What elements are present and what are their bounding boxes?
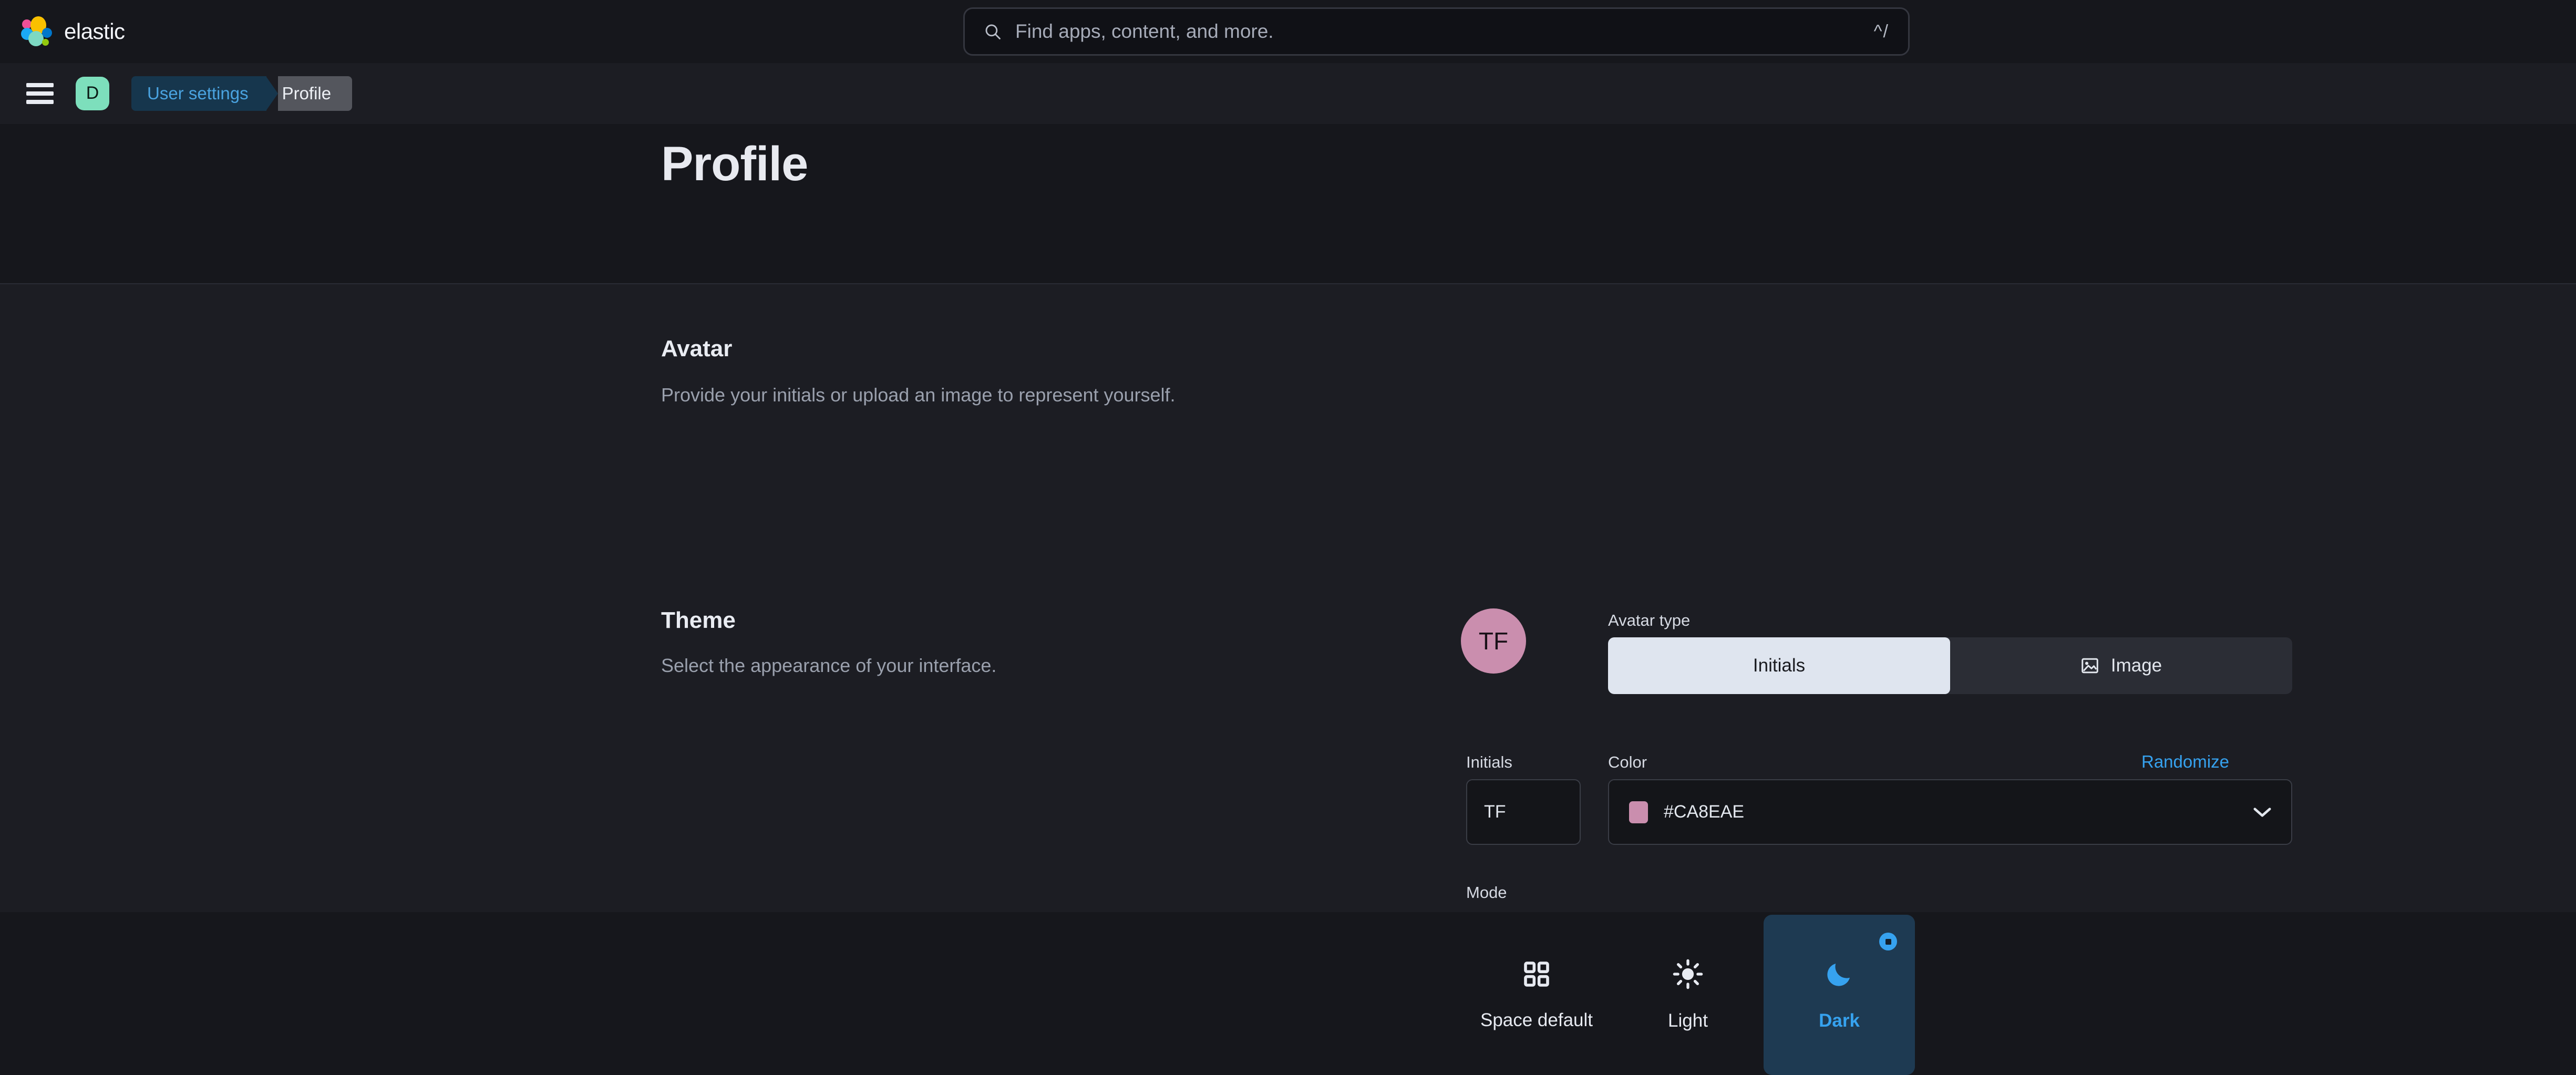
elastic-logo-icon <box>20 15 53 48</box>
avatar-type-label: Avatar type <box>1608 611 1691 629</box>
theme-mode-space-default-label: Space default <box>1480 1009 1593 1030</box>
randomize-link[interactable]: Randomize <box>2141 752 2229 772</box>
search-shortcut-hint: ^/ <box>1873 21 1889 42</box>
initials-input[interactable]: TF <box>1466 779 1581 845</box>
theme-mode-light-label: Light <box>1668 1010 1708 1031</box>
hamburger-menu-icon[interactable] <box>26 82 54 104</box>
theme-section-description: Select the appearance of your interface. <box>661 655 997 676</box>
avatar-type-image-option[interactable]: Image <box>1950 637 2292 694</box>
image-icon <box>2082 658 2098 674</box>
search-placeholder: Find apps, content, and more. <box>1015 20 1274 42</box>
global-top-bar: elastic Find apps, content, and more. ^/ <box>0 0 2576 63</box>
color-field-label: Color <box>1608 753 1647 771</box>
theme-mode-light[interactable]: Light <box>1612 915 1764 1075</box>
avatar-section-title: Avatar <box>661 336 733 361</box>
breadcrumb-bar: D User settings Profile <box>0 63 2576 124</box>
global-search-input[interactable]: Find apps, content, and more. ^/ <box>963 7 1910 56</box>
avatar-preview: TF <box>1461 608 1526 674</box>
avatar-preview-initials: TF <box>1478 627 1509 655</box>
moon-icon <box>1827 963 1850 986</box>
brand-name: elastic <box>64 19 125 44</box>
theme-mode-dark-label: Dark <box>1819 1010 1860 1031</box>
mode-label: Mode <box>1466 883 1507 902</box>
theme-mode-selector: Space default Light Dark <box>1461 915 1915 1075</box>
page-body: Avatar Provide your initials or upload a… <box>0 284 2576 1075</box>
avatar-type-selector: Initials Image <box>1608 637 2292 694</box>
page-title: Profile <box>661 137 808 191</box>
avatar-type-initials-option[interactable]: Initials <box>1608 637 1950 694</box>
avatar-section-description: Provide your initials or upload an image… <box>661 384 1176 406</box>
theme-mode-space-default[interactable]: Space default <box>1461 915 1612 1075</box>
initials-input-value: TF <box>1484 802 1506 822</box>
avatar-type-image-label: Image <box>2110 655 2162 676</box>
initials-field-label: Initials <box>1466 753 1512 771</box>
space-avatar[interactable]: D <box>76 76 109 110</box>
breadcrumb-item-user-settings[interactable]: User settings <box>131 76 278 111</box>
color-input-value: #CA8EAE <box>1664 802 1745 822</box>
elastic-brand[interactable]: elastic <box>20 15 125 48</box>
page-header: Profile Username ? Tatyana Fokshina Full… <box>0 124 2576 390</box>
color-swatch <box>1629 801 1648 823</box>
sun-icon <box>1673 959 1703 989</box>
theme-mode-dark[interactable]: Dark <box>1764 915 1915 1075</box>
chevron-down-icon[interactable] <box>2252 807 2272 818</box>
breadcrumb-item-profile[interactable]: Profile <box>277 76 353 111</box>
theme-section-title: Theme <box>661 607 736 633</box>
search-icon <box>985 24 1001 39</box>
grid-icon <box>1524 961 1549 987</box>
selected-radio-icon <box>1879 933 1897 950</box>
color-picker-input[interactable]: #CA8EAE <box>1608 779 2292 845</box>
avatar-type-initials-label: Initials <box>1753 655 1806 676</box>
breadcrumb: User settings Profile <box>131 76 353 111</box>
